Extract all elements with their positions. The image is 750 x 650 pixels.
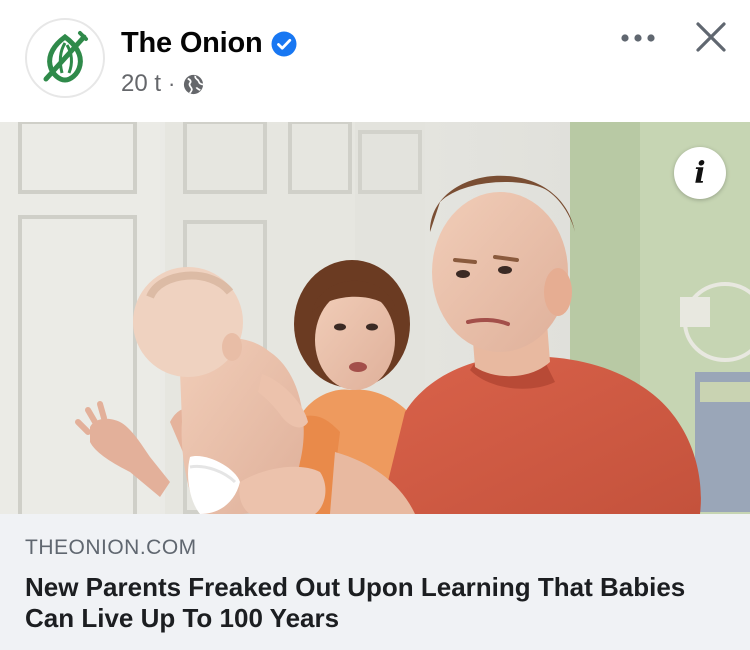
info-icon: i bbox=[694, 155, 706, 191]
page-avatar[interactable] bbox=[25, 18, 105, 98]
link-headline[interactable]: New Parents Freaked Out Upon Learning Th… bbox=[25, 572, 725, 634]
close-icon bbox=[696, 22, 726, 52]
post-timestamp[interactable]: 20 t bbox=[121, 70, 161, 98]
post-meta: 20 t · bbox=[121, 70, 205, 98]
info-button[interactable]: i bbox=[674, 147, 726, 199]
page-name-row: The Onion bbox=[121, 27, 297, 60]
post-header: The Onion 20 t · bbox=[0, 0, 750, 122]
close-button[interactable] bbox=[688, 14, 734, 60]
more-options-button[interactable] bbox=[614, 20, 662, 56]
globe-icon bbox=[184, 74, 204, 94]
article-image[interactable]: i bbox=[0, 122, 750, 514]
verified-badge-icon bbox=[271, 31, 297, 56]
page-name[interactable]: The Onion bbox=[121, 27, 263, 60]
link-domain: THEONION.COM bbox=[25, 536, 197, 559]
onion-logo-icon bbox=[43, 31, 88, 83]
link-preview[interactable]: THEONION.COM New Parents Freaked Out Upo… bbox=[0, 514, 750, 650]
article-photo bbox=[0, 122, 750, 514]
meta-separator: · bbox=[168, 71, 176, 96]
more-options-icon bbox=[621, 34, 655, 42]
